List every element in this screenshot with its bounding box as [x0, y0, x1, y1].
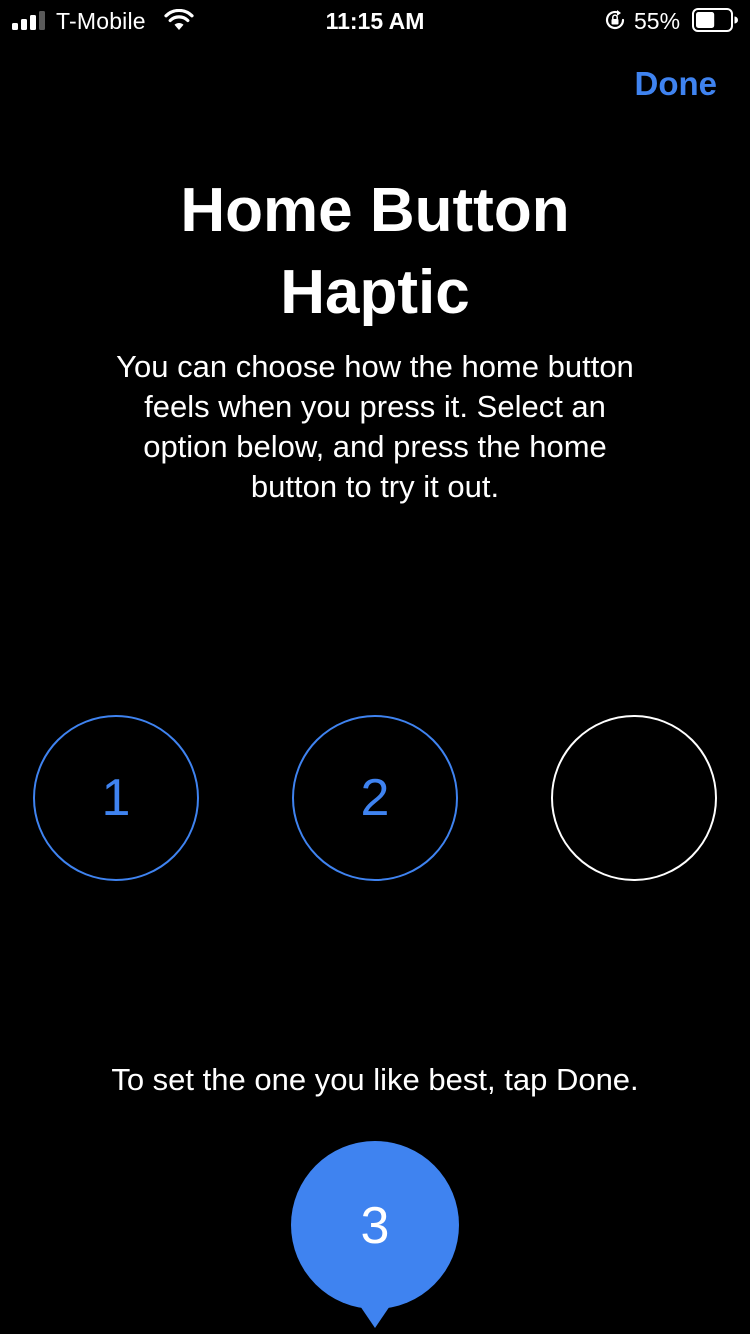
haptic-option-1-label: 1: [101, 769, 131, 827]
clock-time: 11:15 AM: [325, 8, 425, 34]
status-bar: T-Mobile 11:15 AM 55%: [0, 0, 750, 40]
selected-option-label: 3: [360, 1197, 390, 1255]
haptic-option-3[interactable]: [551, 715, 717, 881]
battery-icon: [692, 8, 738, 32]
carrier-name: T-Mobile: [56, 8, 146, 34]
rotation-lock-icon: [605, 10, 625, 30]
hint-text: To set the one you like best, tap Done.: [111, 1062, 639, 1097]
battery-percent: 55%: [634, 8, 681, 34]
haptic-option-2-label: 2: [360, 769, 390, 827]
haptic-option-1[interactable]: 1: [33, 715, 199, 881]
signal-icon: [12, 11, 45, 30]
done-button[interactable]: Done: [635, 64, 718, 104]
wifi-icon: [164, 9, 194, 30]
page-title: Home Button Haptic: [180, 176, 570, 327]
selected-option-bubble: 3: [290, 1140, 460, 1330]
description-text: You can choose how the home button feels…: [116, 349, 634, 504]
haptic-option-2[interactable]: 2: [292, 715, 458, 881]
